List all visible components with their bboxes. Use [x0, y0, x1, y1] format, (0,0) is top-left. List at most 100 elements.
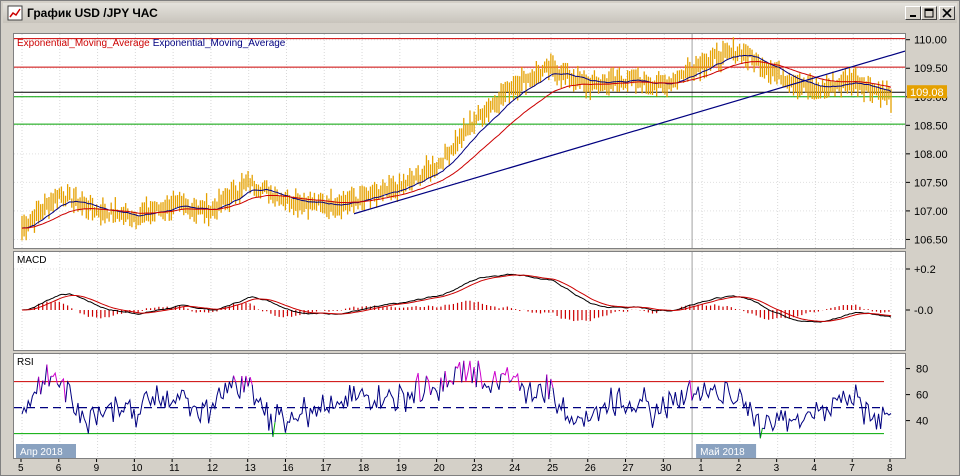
rsi-line [550, 378, 554, 388]
macd-axis: +0.2 -0.0 [906, 264, 936, 317]
rsi-line [481, 380, 494, 393]
window-title: График USD /JPY ЧАС [27, 6, 158, 20]
day-label: 27 [623, 463, 635, 473]
day-label: 25 [547, 463, 559, 473]
price-tick-label: 108.00 [914, 149, 948, 161]
day-label: 20 [434, 463, 446, 473]
month-badge: Апр 2018 [16, 444, 76, 458]
rsi-line [477, 360, 483, 389]
close-button[interactable] [939, 6, 955, 20]
price-axis: 110.00109.50109.00108.50108.00107.50107.… [906, 35, 948, 246]
close-icon [942, 8, 952, 18]
day-label: 18 [358, 463, 370, 473]
day-label: 2 [736, 463, 742, 473]
minimize-button[interactable] [905, 6, 921, 20]
macd-label: MACD [17, 255, 46, 266]
day-label: 24 [509, 463, 521, 473]
day-label: 6 [56, 463, 62, 473]
rsi-line [61, 377, 67, 403]
rsi-tick-label: 80 [916, 364, 928, 376]
chart-area[interactable]: Exponential_Moving_Average Exponential_Mo… [13, 25, 959, 473]
price-tick-label: 108.50 [914, 120, 948, 132]
price-tick-label: 106.50 [914, 234, 948, 246]
rsi-panel[interactable]: RSI Апр 2018 Май 2018 [13, 353, 906, 459]
rsi-line [440, 377, 444, 392]
day-label: 8 [887, 463, 893, 473]
rsi-line [46, 364, 50, 387]
rsi-line [519, 374, 548, 404]
current-price-label: 109.08 [910, 87, 944, 99]
rsi-line [272, 422, 276, 438]
month-label: Апр 2018 [20, 447, 63, 458]
rsi-line [471, 367, 475, 384]
day-label: 7 [849, 463, 855, 473]
rsi-line [65, 375, 235, 434]
rsi-tick-label: 40 [916, 416, 928, 428]
rsi-line [21, 376, 40, 415]
rsi-line [419, 375, 427, 403]
macd-tick-label: -0.0 [914, 305, 933, 317]
rsi-line [38, 376, 42, 395]
rsi-line [511, 372, 521, 391]
day-label: 30 [660, 463, 672, 473]
day-label: 11 [169, 463, 180, 473]
day-label: 9 [94, 463, 100, 473]
time-axis: 5 6 9 10 11 12 13 16 17 18 19 20 23 24 25 26 27 30 1 2 3 4 7 8 [18, 459, 893, 473]
day-label: 4 [811, 463, 817, 473]
day-label: 10 [131, 463, 143, 473]
rsi-line [415, 372, 421, 402]
ema-legend-1: Exponential_Moving_Average [17, 38, 150, 49]
rsi-label: RSI [17, 357, 34, 368]
maximize-button[interactable] [921, 6, 937, 20]
price-tick-label: 109.50 [914, 63, 948, 75]
rsi-line [546, 374, 550, 400]
price-tick-label: 110.00 [914, 35, 947, 47]
price-panel[interactable]: Exponential_Moving_Average Exponential_Mo… [13, 33, 906, 249]
day-label: 13 [245, 463, 257, 473]
day-label: 1 [698, 463, 704, 473]
maximize-icon [924, 8, 934, 18]
ema-legend-2: Exponential_Moving_Average [153, 38, 286, 49]
rsi-line [249, 377, 253, 385]
macd-panel[interactable]: MACD [13, 251, 906, 351]
month-badge: Май 2018 [696, 444, 757, 458]
rsi-chart[interactable]: RSI Апр 2018 Май 2018 [14, 354, 905, 458]
month-label: Май 2018 [700, 447, 745, 458]
day-label: 17 [320, 463, 332, 473]
day-label: 26 [585, 463, 597, 473]
macd-chart[interactable]: MACD [14, 252, 905, 350]
rsi-line [463, 360, 473, 384]
day-label: 23 [471, 463, 483, 473]
rsi-line [461, 360, 465, 383]
rsi-line [552, 380, 691, 428]
rsi-line [40, 380, 44, 395]
day-label: 12 [207, 463, 219, 473]
title-bar[interactable]: График USD /JPY ЧАС [3, 3, 957, 23]
minimize-icon [910, 15, 916, 17]
rsi-line [235, 375, 243, 399]
ema-legend: Exponential_Moving_Average Exponential_Mo… [17, 38, 286, 49]
macd-tick-label: +0.2 [914, 264, 936, 276]
rsi-line [475, 360, 479, 388]
rsi-line [251, 384, 274, 438]
price-chart[interactable]: Exponential_Moving_Average Exponential_Mo… [14, 34, 906, 248]
chart-app-icon [7, 5, 23, 21]
day-label: 16 [282, 463, 294, 473]
rsi-line [233, 375, 237, 383]
chart-window: График USD /JPY ЧАС Exponential_Moving_A… [0, 0, 960, 476]
rsi-tick-label: 60 [916, 390, 928, 402]
rsi-line [241, 375, 245, 393]
rsi-line [444, 371, 448, 388]
rsi-line [425, 375, 432, 396]
day-label: 3 [774, 463, 780, 473]
rsi-axis: 80 60 40 [906, 364, 928, 428]
rsi-line [689, 380, 693, 401]
rsi-line [500, 367, 510, 383]
rsi-line [274, 380, 417, 433]
day-label: 5 [18, 463, 24, 473]
rsi-line [243, 375, 247, 393]
price-tick-label: 107.00 [914, 206, 948, 218]
day-label: 19 [396, 463, 408, 473]
rsi-line [455, 361, 463, 383]
rsi-line [449, 379, 454, 385]
